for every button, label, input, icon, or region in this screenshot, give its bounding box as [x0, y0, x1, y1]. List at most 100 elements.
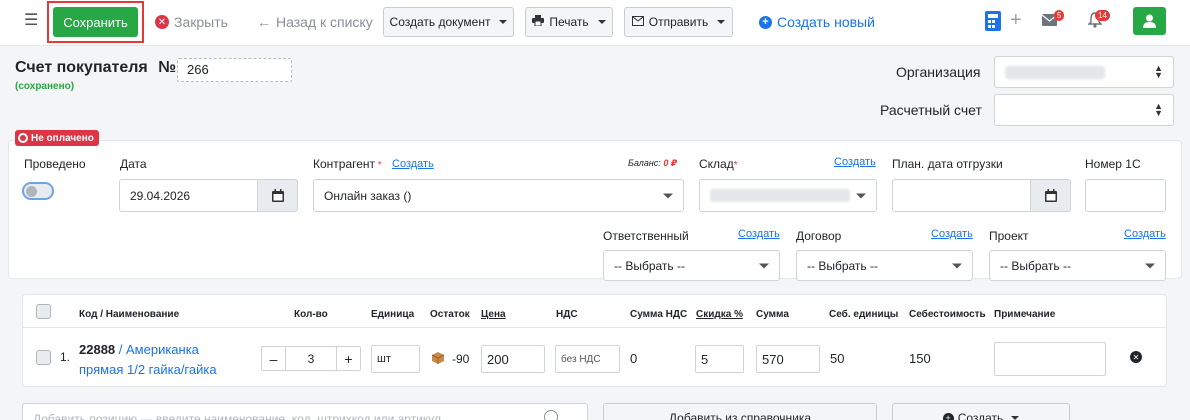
project-label: Проект — [989, 229, 1029, 243]
column-header-sum: Сумма — [756, 309, 789, 320]
bell-icon[interactable]: 14 — [1087, 10, 1110, 31]
column-header-unit-cost: Себ. единицы — [829, 309, 899, 320]
qty-increment-button[interactable]: + — [336, 346, 361, 371]
note-input[interactable] — [994, 342, 1106, 376]
row-name-link-line2[interactable]: прямая 1/2 гайка/гайка — [79, 362, 217, 377]
contract-label: Договор — [796, 229, 842, 243]
document-number-input[interactable]: 266 — [177, 58, 292, 82]
warehouse-select[interactable] — [699, 179, 877, 212]
contract-select[interactable]: -- Выбрать -- — [796, 250, 973, 281]
caret-down-icon — [597, 20, 606, 24]
updown-icon: ▲ ▼ — [1154, 63, 1163, 80]
project-select[interactable]: -- Выбрать -- — [989, 250, 1166, 281]
caret-down-icon — [717, 20, 726, 24]
calendar-icon — [1044, 189, 1057, 202]
add-item-input[interactable]: Добавить позицию — введите наименование,… — [22, 403, 588, 420]
number-1c-input[interactable] — [1085, 179, 1166, 212]
user-icon — [1143, 14, 1156, 28]
counterparty-value: Онлайн заказ () — [324, 188, 412, 203]
page-title-text: Счет покупателя — [15, 59, 148, 76]
qty-input[interactable]: 3 — [285, 346, 337, 371]
arrow-left-icon: ← — [257, 14, 271, 30]
project-create-link[interactable]: Создать — [1124, 228, 1166, 240]
close-label: Закрыть — [174, 14, 228, 30]
balance: Баланс: 0 ₽ — [628, 158, 677, 169]
unit-cost-value: 50 — [830, 351, 845, 366]
responsible-create-link[interactable]: Создать — [738, 228, 780, 240]
price-input[interactable]: 200 — [481, 345, 545, 373]
menu-icon[interactable]: ☰ — [24, 13, 38, 29]
status-text: Не оплачено — [31, 132, 94, 144]
qty-decrement-button[interactable]: – — [261, 346, 286, 371]
counterparty-create-link[interactable]: Создать — [392, 158, 434, 170]
create-item-dropdown[interactable]: + Создать — [892, 403, 1070, 420]
column-header-note: Примечание — [994, 309, 1056, 320]
counterparty-label-text: Контрагент — [313, 157, 376, 171]
add-from-catalog-button[interactable]: Добавить из справочника — [603, 403, 877, 420]
user-menu-button[interactable] — [1133, 7, 1166, 35]
warehouse-value-blurred — [710, 189, 850, 202]
column-header-vat-sum: Сумма НДС — [630, 309, 688, 320]
responsible-label: Ответственный — [603, 229, 689, 243]
updown-icon: ▲ ▼ — [1154, 101, 1163, 118]
warehouse-label: Склад* — [699, 157, 738, 171]
row-code: 22888 — [79, 342, 116, 357]
save-button[interactable]: Сохранить — [53, 7, 138, 37]
column-header-qty: Кол-во — [294, 309, 328, 320]
close-button[interactable]: ✕ Закрыть — [155, 14, 228, 30]
date-picker-button[interactable] — [257, 179, 298, 212]
responsible-select[interactable]: -- Выбрать -- — [603, 250, 780, 281]
project-value: -- Выбрать -- — [1000, 258, 1071, 273]
column-header-code-name: Код / Наименование — [79, 309, 180, 320]
envelope-icon — [631, 15, 644, 29]
column-header-unit: Единица — [371, 309, 415, 320]
remove-row-icon[interactable]: ✕ — [1130, 351, 1142, 363]
row-name-link[interactable]: Американка — [126, 342, 199, 357]
unit-input[interactable]: шт — [371, 345, 420, 373]
mail-count-badge: 5 — [1054, 10, 1065, 21]
column-header-stock: Остаток — [430, 309, 470, 320]
mail-icon[interactable]: 5 — [1041, 10, 1065, 29]
column-header-price[interactable]: Цена — [481, 309, 506, 320]
row-product: 22888 / Американка прямая 1/2 гайка/гайк… — [79, 340, 249, 380]
notification-count-badge: 14 — [1095, 10, 1110, 21]
chevron-down-icon — [1145, 263, 1155, 268]
create-document-dropdown[interactable]: Создать документ — [383, 7, 514, 37]
calculator-icon[interactable] — [985, 11, 1001, 34]
discount-input[interactable]: 5 — [695, 345, 744, 373]
row-checkbox[interactable] — [36, 350, 51, 365]
organization-select[interactable]: ▲ ▼ — [994, 56, 1174, 88]
warehouse-create-link[interactable]: Создать — [834, 156, 876, 168]
date-input[interactable]: 29.04.2026 — [119, 179, 258, 212]
toolbar: ☰ Сохранить ✕ Закрыть ← Назад к списку С… — [0, 0, 1190, 46]
posted-label: Проведено — [24, 157, 86, 171]
print-dropdown[interactable]: Печать — [525, 7, 613, 37]
caret-down-icon — [499, 20, 508, 24]
add-icon[interactable]: + — [1010, 10, 1022, 30]
create-new-link[interactable]: + Создать новый — [759, 14, 875, 30]
send-dropdown[interactable]: Отправить — [624, 7, 733, 37]
save-button-highlight: Сохранить — [47, 1, 144, 43]
cost-value: 150 — [909, 351, 931, 366]
column-header-discount[interactable]: Скидка % — [696, 309, 743, 320]
ship-date-input[interactable] — [892, 179, 1031, 212]
contract-create-link[interactable]: Создать — [931, 228, 973, 240]
sum-input[interactable]: 570 — [756, 345, 820, 373]
chevron-down-icon — [856, 193, 866, 198]
posted-toggle[interactable] — [22, 182, 54, 200]
organization-label: Организация — [896, 64, 981, 80]
contract-value: -- Выбрать -- — [807, 258, 878, 273]
search-icon[interactable] — [544, 410, 558, 420]
ship-date-picker-button[interactable] — [1030, 179, 1071, 212]
print-label: Печать — [549, 15, 589, 29]
counterparty-select[interactable]: Онлайн заказ () — [313, 179, 684, 212]
select-all-checkbox[interactable] — [36, 304, 51, 319]
account-select[interactable]: ▲ ▼ — [994, 94, 1174, 126]
row-separator: / — [115, 342, 126, 357]
back-to-list-button[interactable]: ← Назад к списку — [257, 14, 373, 30]
send-label: Отправить — [648, 15, 709, 29]
vat-select[interactable]: без НДС — [555, 345, 620, 373]
create-item-label: Создать — [957, 411, 1004, 420]
responsible-value: -- Выбрать -- — [614, 258, 685, 273]
table-header-divider — [22, 327, 1167, 328]
